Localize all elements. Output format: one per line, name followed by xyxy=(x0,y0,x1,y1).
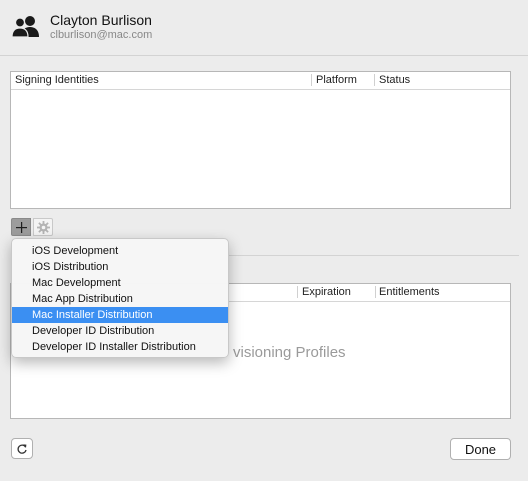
header-divider xyxy=(0,55,528,56)
column-entitlements[interactable]: Entitlements xyxy=(379,286,440,298)
menu-item-mac-app-distribution[interactable]: Mac App Distribution xyxy=(12,291,228,307)
menu-item-ios-distribution[interactable]: iOS Distribution xyxy=(12,259,228,275)
menu-item-ios-development[interactable]: iOS Development xyxy=(12,243,228,259)
column-divider xyxy=(374,74,375,86)
users-icon xyxy=(10,15,44,39)
column-divider xyxy=(297,286,298,298)
column-status[interactable]: Status xyxy=(379,74,410,86)
action-button[interactable] xyxy=(33,218,53,236)
menu-item-mac-installer-distribution[interactable]: Mac Installer Distribution xyxy=(12,307,228,323)
done-button[interactable]: Done xyxy=(450,438,511,460)
refresh-button[interactable] xyxy=(11,438,33,459)
empty-profiles-message: visioning Profiles xyxy=(233,344,346,361)
menu-item-mac-development[interactable]: Mac Development xyxy=(12,275,228,291)
add-certificate-menu[interactable]: iOS Development iOS Distribution Mac Dev… xyxy=(11,238,229,358)
gear-icon xyxy=(36,220,50,234)
account-email: clburlison@mac.com xyxy=(50,29,153,41)
signing-identities-table[interactable]: Signing Identities Platform Status xyxy=(10,71,511,209)
column-expiration[interactable]: Expiration xyxy=(302,286,351,298)
column-divider xyxy=(375,286,376,298)
refresh-icon xyxy=(17,443,27,454)
signing-table-header: Signing Identities Platform Status xyxy=(11,72,510,90)
column-divider xyxy=(311,74,312,86)
menu-item-developer-id-installer-distribution[interactable]: Developer ID Installer Distribution xyxy=(12,339,228,355)
account-name: Clayton Burlison xyxy=(50,12,152,28)
plus-icon xyxy=(15,221,27,233)
column-signing-identities[interactable]: Signing Identities xyxy=(15,74,99,86)
add-button[interactable] xyxy=(11,218,31,236)
menu-item-developer-id-distribution[interactable]: Developer ID Distribution xyxy=(12,323,228,339)
column-platform[interactable]: Platform xyxy=(316,74,357,86)
section-divider xyxy=(229,255,519,256)
